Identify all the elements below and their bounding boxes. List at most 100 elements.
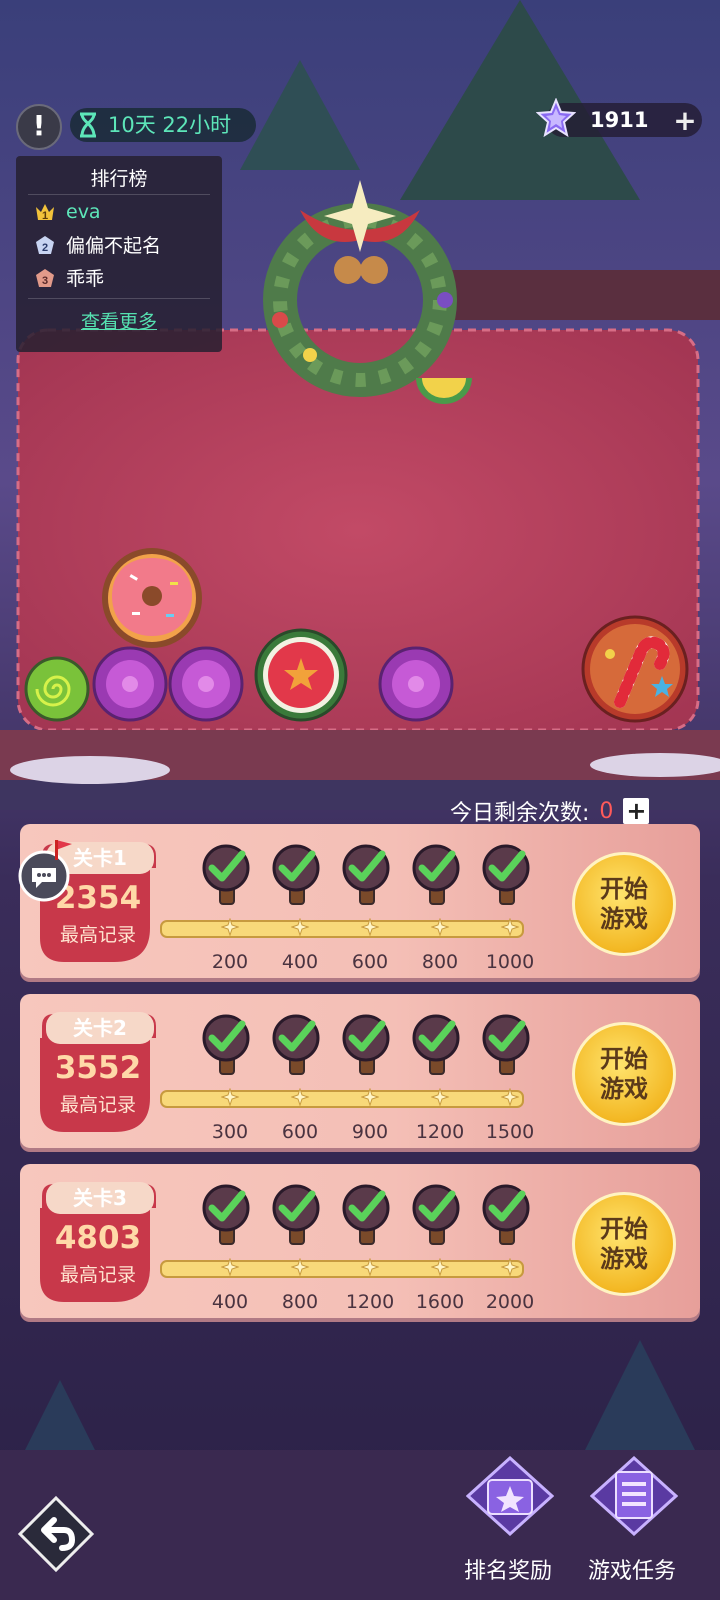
progress-star-marker xyxy=(361,918,379,936)
bronze-rank-badge-icon: 3 xyxy=(36,268,54,287)
rank-reward-chest-icon[interactable] xyxy=(466,1456,554,1536)
rank-reward-label[interactable]: 排名奖励 xyxy=(464,1553,552,1585)
view-more-link[interactable]: 查看更多 xyxy=(28,298,210,334)
milestone-checkmark-icon xyxy=(202,1014,250,1075)
milestone-checkmark-icon xyxy=(412,844,460,905)
milestone-checkmark-icon xyxy=(202,1184,250,1245)
milestone-checkmark-icon xyxy=(482,1014,530,1075)
milestone-value: 1600 xyxy=(415,1291,465,1313)
milestone-value: 1200 xyxy=(415,1121,465,1143)
level-card: 关卡1 2354 最高记录 200 400 600 800 1000 开始游戏 xyxy=(20,824,700,978)
milestone-value: 2000 xyxy=(485,1291,535,1313)
score-progress-bar xyxy=(160,920,524,938)
milestone-value: 600 xyxy=(351,951,389,973)
milestone-checkmark-icon xyxy=(342,1014,390,1075)
event-timer: 10天 22小时 xyxy=(70,108,256,142)
silver-rank-badge-icon: 2 xyxy=(36,235,54,254)
milestone-checkmark-icon xyxy=(482,1184,530,1245)
game-task-list-icon[interactable] xyxy=(590,1456,678,1536)
progress-star-marker xyxy=(431,918,449,936)
purple-candy xyxy=(378,646,454,722)
star-gem-icon xyxy=(536,98,576,138)
progress-star-marker xyxy=(291,1258,309,1276)
leaderboard-title: 排行榜 xyxy=(28,156,210,195)
milestone-checkmark-icon xyxy=(272,1014,320,1075)
add-gems-button[interactable]: + xyxy=(668,104,702,137)
progress-star-marker xyxy=(501,1258,519,1276)
progress-star-marker xyxy=(361,1088,379,1106)
progress-star-marker xyxy=(431,1088,449,1106)
milestone-checkmark-icon xyxy=(412,1184,460,1245)
best-score: 3552 xyxy=(54,1050,142,1086)
game-tasks-label[interactable]: 游戏任务 xyxy=(588,1553,676,1585)
score-progress-bar xyxy=(160,1090,524,1108)
leaderboard-name: 偏偏不起名 xyxy=(66,235,162,257)
progress-star-marker xyxy=(361,1258,379,1276)
progress-star-marker xyxy=(291,1088,309,1106)
leaderboard-row[interactable]: 3 乖乖 xyxy=(16,261,222,294)
daily-attempts: 今日剩余次数: 0 + xyxy=(450,795,650,827)
daily-attempts-count: 0 xyxy=(599,798,614,824)
level-name: 关卡2 xyxy=(73,1016,127,1040)
milestone-value: 400 xyxy=(281,951,319,973)
milestone-value: 1000 xyxy=(485,951,535,973)
purple-candy xyxy=(92,646,168,722)
leaderboard-row[interactable]: 1 eva xyxy=(16,195,222,228)
milestone-value: 1500 xyxy=(485,1121,535,1143)
progress-star-marker xyxy=(501,918,519,936)
milestone-value: 600 xyxy=(281,1121,319,1143)
leaderboard-name: eva xyxy=(66,200,101,223)
milestone-checkmark-icon xyxy=(202,844,250,905)
milestone-checkmark-icon xyxy=(342,844,390,905)
milestone-checkmark-icon xyxy=(272,1184,320,1245)
daily-attempts-label: 今日剩余次数: xyxy=(450,801,590,826)
level-card: 关卡3 4803 最高记录 400 800 1200 1600 2000 开始游戏 xyxy=(20,1164,700,1318)
alert-symbol: ! xyxy=(32,109,46,142)
level-card: 关卡2 3552 最高记录 300 600 900 1200 1500 开始游戏 xyxy=(20,994,700,1148)
milestone-value: 800 xyxy=(281,1291,319,1313)
best-score-label: 最高记录 xyxy=(59,1264,136,1286)
start-game-label: 开始游戏 xyxy=(600,1045,648,1103)
milestone-value: 400 xyxy=(211,1291,249,1313)
progress-star-marker xyxy=(291,918,309,936)
progress-star-marker xyxy=(221,918,239,936)
alert-button[interactable]: ! xyxy=(16,104,62,150)
purple-candy xyxy=(168,646,244,722)
start-game-button[interactable]: 开始游戏 xyxy=(572,1022,676,1126)
start-game-label: 开始游戏 xyxy=(600,1215,648,1273)
milestone-value: 900 xyxy=(351,1121,389,1143)
best-score-label: 最高记录 xyxy=(59,1094,136,1116)
progress-star-marker xyxy=(431,1258,449,1276)
milestone-checkmark-icon xyxy=(412,1014,460,1075)
best-score-label: 最高记录 xyxy=(59,924,136,946)
leaderboard-panel: 排行榜 1 eva 2 偏偏不起名 3 乖乖 查看更多 xyxy=(16,156,222,352)
start-game-button[interactable]: 开始游戏 xyxy=(572,852,676,956)
hourglass-icon xyxy=(80,112,96,138)
green-swirl-candy xyxy=(24,656,90,722)
back-button[interactable] xyxy=(16,1494,96,1574)
rank-number: 3 xyxy=(42,275,48,287)
candy-cane-candy xyxy=(581,615,689,723)
milestone-checkmark-icon xyxy=(482,844,530,905)
milestone-value: 1200 xyxy=(345,1291,395,1313)
milestone-checkmark-icon xyxy=(272,844,320,905)
leaderboard-name: 乖乖 xyxy=(66,268,105,290)
progress-star-marker xyxy=(501,1088,519,1106)
level-name: 关卡3 xyxy=(73,1186,127,1210)
timer-text: 10天 22小时 xyxy=(108,113,232,137)
start-game-button[interactable]: 开始游戏 xyxy=(572,1192,676,1296)
milestone-value: 200 xyxy=(211,951,249,973)
notification-flag-icon xyxy=(55,840,72,860)
score-progress-bar xyxy=(160,1260,524,1278)
best-score: 4803 xyxy=(54,1220,142,1256)
donut-candy xyxy=(102,548,202,648)
milestone-value: 800 xyxy=(421,951,459,973)
gem-count: 1911 xyxy=(590,108,649,132)
progress-star-marker xyxy=(221,1258,239,1276)
leaderboard-row[interactable]: 2 偏偏不起名 xyxy=(16,228,222,261)
watermelon-candy xyxy=(254,628,348,722)
falling-watermelon-piece xyxy=(416,378,472,404)
add-attempts-button[interactable]: + xyxy=(623,798,650,824)
start-game-label: 开始游戏 xyxy=(600,875,648,933)
gold-rank-badge-icon: 1 xyxy=(36,203,54,222)
